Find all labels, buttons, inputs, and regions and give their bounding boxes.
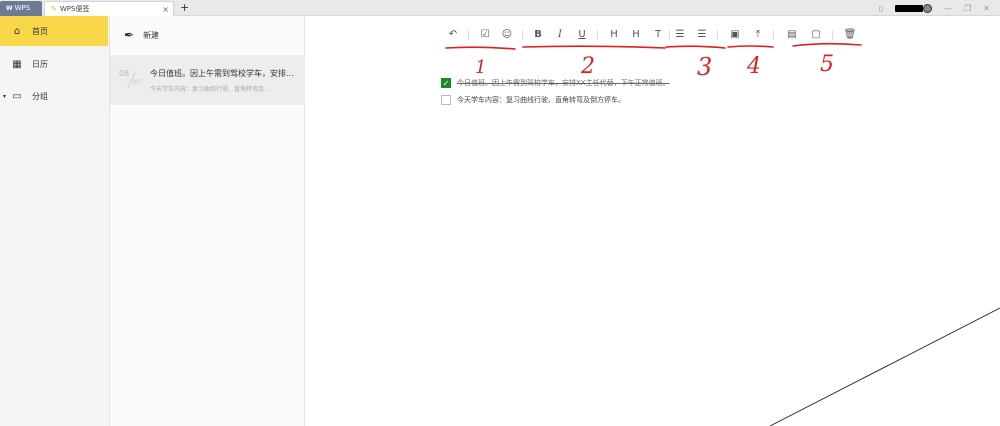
sidebar-item-label: 首页 <box>32 26 48 36</box>
folder-icon: ▭ <box>12 90 22 102</box>
note-title: 今日值班。因上午需到驾校学车，安排... <box>150 69 294 78</box>
minimize-icon[interactable]: — <box>944 4 952 13</box>
close-tab-button[interactable]: × <box>162 2 169 17</box>
list-item[interactable]: 08 07 今日值班。因上午需到驾校学车，安排... 今天学车内容：复习曲线行驶… <box>110 55 305 105</box>
annotation-label-3: 3 <box>697 53 712 81</box>
username-redacted[interactable] <box>895 4 924 12</box>
annotation-overlay: 1 2 3 4 5 <box>445 42 1000 426</box>
avatar[interactable] <box>923 3 933 13</box>
note-month: 08 <box>119 69 130 78</box>
note-preview: 今天学车内容：复习曲线行驶、直角转弯及... <box>150 86 270 93</box>
tab-wps[interactable]: W WPS <box>0 1 42 16</box>
note-day: 07 <box>133 79 141 86</box>
calendar-icon: ▦ <box>12 58 22 70</box>
annotation-label-1: 1 <box>475 57 486 78</box>
diagonal-line <box>769 307 1000 426</box>
note-pen-icon: ✎ <box>51 5 57 13</box>
tab-wps-note[interactable]: ✎ WPS便签 × <box>44 1 174 16</box>
sidebar-item-groups[interactable]: ▾ ▭ 分组 <box>0 81 108 111</box>
skin-icon[interactable]: ▯ <box>879 4 883 13</box>
sidebar-item-home[interactable]: ⌂ 首页 <box>0 16 108 46</box>
tab-note-label: WPS便签 <box>59 5 90 13</box>
editor[interactable]: ↶ ☑ ☺ B I U H H T ☰ ☰ ▣ ⤒ ▤ ▢ 🗑 ✓ 今日值班。因… <box>305 16 1000 426</box>
home-icon: ⌂ <box>13 25 21 37</box>
close-window-icon[interactable]: ✕ <box>983 4 990 13</box>
red-underlines <box>445 42 862 50</box>
underline-group-5 <box>792 42 862 47</box>
underline-group-2 <box>522 45 666 49</box>
sidebar-item-label: 日历 <box>32 59 48 69</box>
wps-logo-icon: W <box>6 5 13 12</box>
window-controls: ▯ — ❐ ✕ <box>879 0 990 16</box>
red-number-labels: 1 2 3 4 5 <box>475 52 834 81</box>
underline-group-1 <box>445 46 516 50</box>
new-note-label: 新建 <box>143 30 160 40</box>
title-bar: W WPS ✎ WPS便签 × + ▯ — ❐ ✕ <box>0 0 1000 16</box>
underline-group-4 <box>727 45 774 48</box>
annotation-label-5: 5 <box>820 52 834 77</box>
sidebar-item-label: 分组 <box>32 91 48 101</box>
restore-icon[interactable]: ❐ <box>964 4 971 13</box>
sidebar-item-calendar[interactable]: ▦ 日历 <box>0 49 108 79</box>
annotation-label-2: 2 <box>580 54 595 79</box>
underline-group-3 <box>665 45 726 49</box>
tab-wps-label: WPS <box>14 4 31 12</box>
sidebar: ⌂ 首页 ▦ 日历 ▾ ▭ 分组 <box>0 16 110 426</box>
new-tab-button[interactable]: + <box>180 0 189 15</box>
annotation-label-4: 4 <box>746 54 761 79</box>
caret-down-icon[interactable]: ▾ <box>3 93 6 100</box>
feather-icon: ✒ <box>124 28 135 42</box>
new-note-button[interactable]: ✒ 新建 <box>110 16 304 54</box>
note-list: ✒ 新建 ⟳ 08 07 今日值班。因上午需到驾校学车，安排... 今天学车内容… <box>110 16 305 426</box>
